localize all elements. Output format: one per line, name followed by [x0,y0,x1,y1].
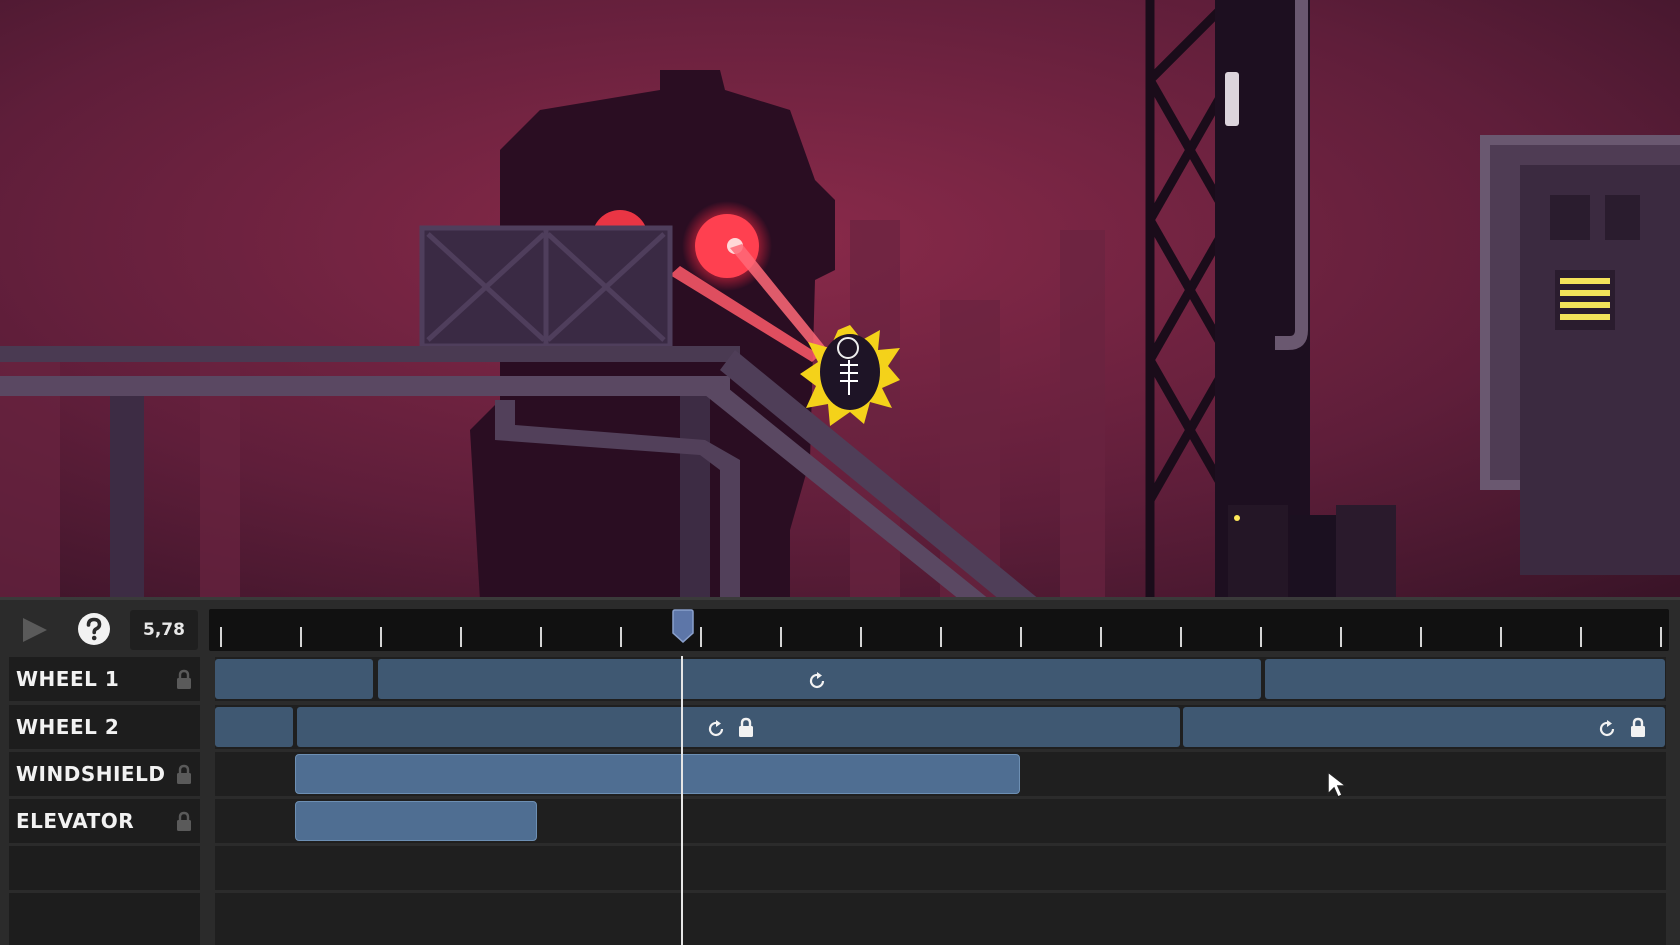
ruler-tick [700,627,702,647]
track-lane-wheel-1[interactable] [215,657,1666,701]
clip[interactable] [295,801,537,841]
clip[interactable] [215,659,373,699]
clip[interactable] [215,707,293,747]
ruler-tick [1420,627,1422,647]
track-label-wheel-1[interactable]: WHEEL 1 [9,657,200,701]
play-icon [23,618,47,642]
ruler-tick [1260,627,1262,647]
mouse-cursor-icon [1327,770,1349,799]
track-label-elevator[interactable]: ELEVATOR [9,799,200,843]
track-label-empty[interactable] [9,893,200,945]
ruler-tick [460,627,462,647]
track-lane-wheel-2[interactable] [215,705,1666,749]
track-name: WHEEL 1 [16,667,120,691]
track-lane-windshield[interactable] [215,752,1666,796]
ruler-tick [1020,627,1022,647]
game-scene [0,0,1680,600]
crate [419,225,673,349]
loop-icon[interactable] [807,671,827,691]
ruler-tick [1100,627,1102,647]
lock-icon[interactable] [738,717,754,738]
play-button[interactable] [14,610,54,650]
ruler-tick [380,627,382,647]
ruler-tick [780,627,782,647]
loop-icon[interactable] [1597,719,1617,739]
lock-icon[interactable] [176,764,192,785]
lock-icon[interactable] [176,669,192,690]
track-lane-elevator[interactable] [215,799,1666,843]
playhead-line [681,656,683,945]
track-name: ELEVATOR [16,809,135,833]
help-icon [78,613,110,645]
ruler-tick [620,627,622,647]
ruler-tick [940,627,942,647]
lock-icon[interactable] [176,811,192,832]
track-lane-empty[interactable] [215,893,1666,945]
ruler-tick [860,627,862,647]
ruler-tick [1580,627,1582,647]
ruler-tick [1340,627,1342,647]
track-label-empty[interactable] [9,846,200,890]
help-button[interactable] [76,611,112,647]
track-label-windshield[interactable]: WINDSHIELD [9,752,200,796]
playhead-handle[interactable] [671,609,695,643]
ruler-tick [220,627,222,647]
track-name: WINDSHIELD [16,762,166,786]
ruler-tick [1180,627,1182,647]
clip[interactable] [1183,707,1665,747]
clip[interactable] [1265,659,1665,699]
timeline-ruler[interactable] [209,609,1669,651]
time-display: 5,78 [130,610,198,650]
ruler-tick [1660,627,1662,647]
ruler-tick [1500,627,1502,647]
ruler-tick [300,627,302,647]
timeline-editor: 5,78 WHEEL 1 WHEEL 2 WINDSHIELD ELEVATOR [0,600,1680,945]
lock-icon[interactable] [1630,717,1646,738]
track-label-wheel-2[interactable]: WHEEL 2 [9,705,200,749]
track-name: WHEEL 2 [16,715,120,739]
loop-icon[interactable] [706,719,726,739]
clip[interactable] [378,659,1261,699]
track-lane-empty[interactable] [215,846,1666,890]
ruler-tick [540,627,542,647]
clip[interactable] [297,707,1180,747]
clip[interactable] [295,754,1020,794]
